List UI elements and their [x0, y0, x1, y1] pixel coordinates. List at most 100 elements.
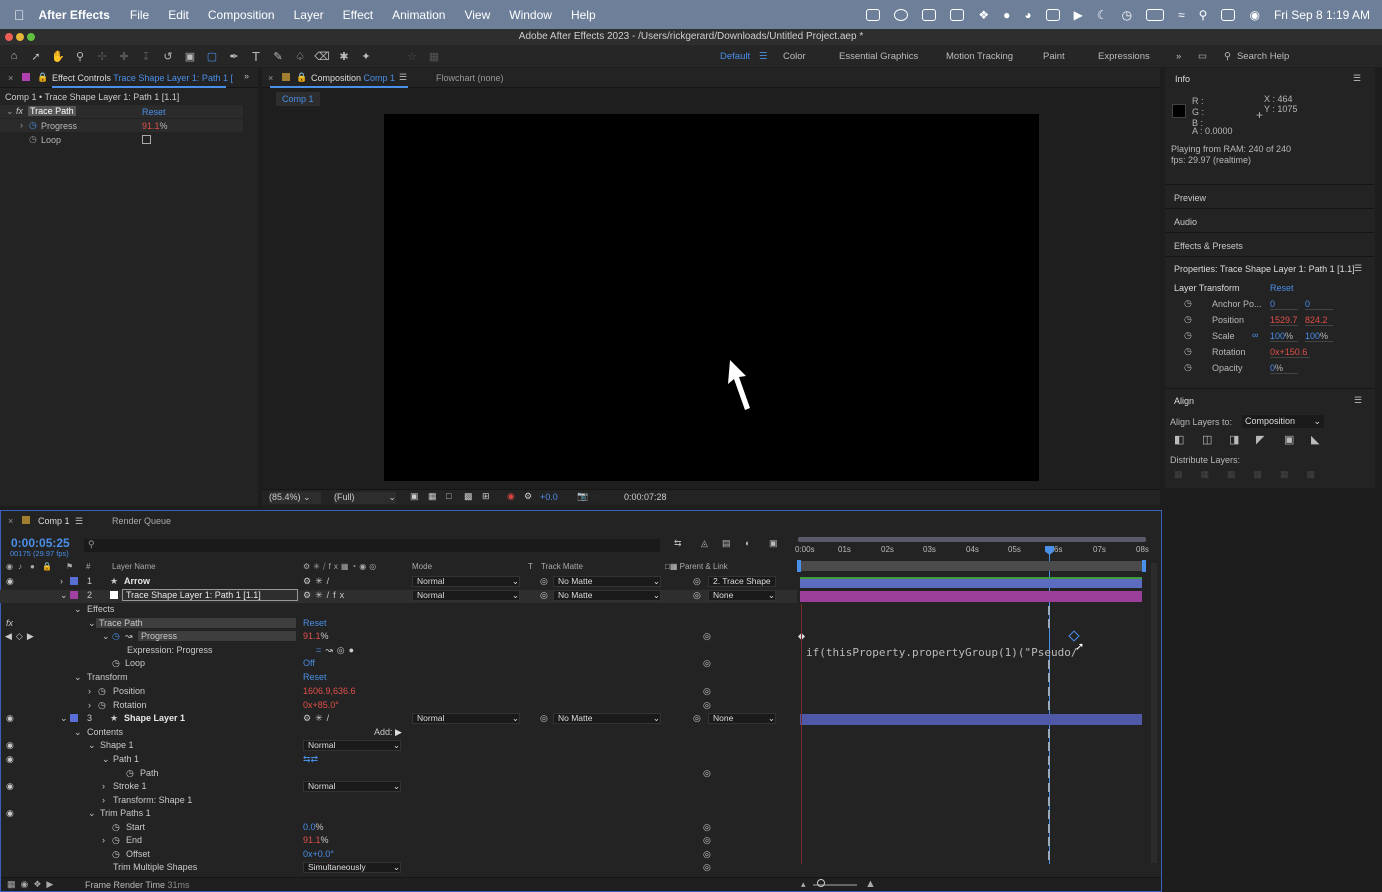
expand-arrow-icon[interactable]: ⌄ [88, 808, 96, 819]
rectangle-tool-icon[interactable]: ▢ [204, 49, 220, 63]
exposure-value[interactable]: +0.0 [540, 492, 558, 502]
mask-visibility-icon[interactable]: □ [446, 491, 451, 501]
parent-dropdown[interactable]: None ⌄ [708, 590, 776, 601]
stopwatch-icon[interactable]: ◷ [126, 768, 134, 779]
app-menu[interactable]: After Effects [39, 8, 110, 22]
layer-bar-shape-layer[interactable] [800, 714, 1142, 725]
start-value[interactable]: 0.0% [303, 822, 324, 832]
stroke-1-blend-dropdown[interactable]: Normal ⌄ [303, 781, 401, 792]
graph-icon[interactable]: ↝ [125, 631, 133, 642]
render-queue-tab[interactable]: Render Queue [112, 516, 171, 526]
time-end-marker[interactable] [1142, 560, 1146, 572]
pan-behind-tool-icon[interactable]: ▣ [182, 49, 198, 63]
rotate-tool-icon[interactable]: ↺ [160, 49, 176, 63]
frame-blending-icon[interactable]: ▤ [722, 538, 731, 549]
workspace-essential-graphics[interactable]: Essential Graphics [839, 51, 918, 62]
position-x-value[interactable]: 1529.7 [1270, 315, 1298, 326]
orbit-tool-icon[interactable]: ✢ [94, 49, 110, 63]
flowchart-tab[interactable]: Flowchart (none) [436, 73, 504, 83]
mode-dropdown[interactable]: Normal ⌄ [412, 590, 520, 601]
layer-bar-arrow[interactable] [800, 577, 1142, 588]
keyframe-navigator[interactable]: ◀◇▶ [5, 631, 38, 642]
shape-1-blend-dropdown[interactable]: Normal ⌄ [303, 740, 401, 751]
rotation-value[interactable]: 0x+85.0° [303, 700, 339, 710]
effect-reset-button[interactable]: Reset [303, 618, 327, 628]
distribute-icons[interactable]: ▦▦▦▦▦▦ [1174, 469, 1333, 480]
parent-pickwhip-icon[interactable]: ◎ [693, 713, 701, 724]
pickwhip-icon[interactable]: ◎ [540, 590, 548, 601]
stopwatch-icon[interactable]: ◷ [98, 700, 106, 711]
apple-icon[interactable]:  [14, 7, 25, 23]
expand-arrow-icon[interactable]: ⌄ [102, 631, 110, 642]
parent-pickwhip-icon[interactable]: ◎ [703, 822, 711, 833]
label-color-swatch[interactable] [70, 591, 78, 599]
solo-header-icon[interactable]: ● [30, 562, 35, 571]
expand-arrow-icon[interactable]: › [20, 120, 23, 130]
lock-header-icon[interactable]: 🔒 [42, 562, 52, 571]
dropbox-icon[interactable]: ❖ [978, 8, 989, 22]
menu-window[interactable]: Window [509, 8, 552, 22]
scale-y-value[interactable]: 100% [1305, 331, 1333, 342]
end-value[interactable]: 91.1% [303, 835, 329, 845]
current-time[interactable]: 0:00:05:25 [11, 536, 70, 550]
expand-arrow-icon[interactable]: › [102, 781, 105, 791]
track-matte-dropdown[interactable]: No Matte ⌄ [553, 713, 661, 724]
lock-icon[interactable]: 🔒 [37, 72, 48, 83]
transform-group[interactable]: Transform [87, 672, 128, 682]
menu-edit[interactable]: Edit [168, 8, 189, 22]
progress-value[interactable]: 91.1% [142, 121, 168, 131]
timeline-comp-tab[interactable]: Comp 1 [38, 516, 70, 526]
video-eye-icon[interactable]: ◉ [6, 740, 14, 751]
footer-toggle-icons[interactable]: ▦◉❖▶ [7, 879, 58, 890]
effect-reset-button[interactable]: Reset [142, 107, 166, 117]
mode-header[interactable]: Mode [412, 562, 432, 571]
trim-paths-group[interactable]: Trim Paths 1 [100, 808, 151, 818]
mode-dropdown[interactable]: Normal ⌄ [412, 713, 520, 724]
loop-checkbox[interactable] [142, 135, 151, 144]
align-right-icon[interactable]: ◨ [1229, 433, 1239, 446]
creative-cloud-icon[interactable] [894, 8, 909, 21]
label-color-swatch[interactable] [70, 577, 78, 585]
graph-editor-icon[interactable]: ▣ [769, 538, 778, 549]
scale-x-value[interactable]: 100% [1270, 331, 1298, 342]
snapping-options-icon[interactable]: ▦ [426, 49, 442, 63]
arrow-shape[interactable] [724, 360, 754, 412]
video-eye-icon[interactable]: ◉ [6, 754, 14, 765]
motion-blur-icon[interactable]: ◖ [744, 538, 749, 548]
expand-arrow-icon[interactable]: ⌄ [74, 672, 82, 683]
more-workspaces-icon[interactable]: » [1176, 51, 1181, 62]
home-icon[interactable]: ⌂ [6, 49, 22, 63]
control-center-icon[interactable] [1221, 8, 1236, 21]
siri-icon[interactable]: ◉ [1249, 8, 1259, 22]
anchor-y-value[interactable]: 0 [1305, 299, 1333, 310]
panel-menu-icon[interactable]: ☰ [75, 516, 83, 527]
channels-icon[interactable]: ◉ [507, 491, 515, 502]
drive-icon[interactable] [950, 8, 965, 21]
battery-icon[interactable] [1146, 8, 1165, 21]
parent-dropdown[interactable]: 2. Trace Shape [708, 576, 776, 587]
stopwatch-icon[interactable]: ◷ [112, 835, 120, 846]
mode-dropdown[interactable]: Normal ⌄ [412, 576, 520, 587]
roto-brush-tool-icon[interactable]: ✱ [336, 49, 352, 63]
expand-arrow-icon[interactable]: ⌄ [88, 740, 96, 751]
label-header-icon[interactable]: ⚑ [66, 562, 73, 571]
fx-icon[interactable]: fx [6, 618, 13, 628]
close-tab-icon[interactable]: × [8, 516, 13, 526]
draft-3d-icon[interactable]: ◬ [701, 538, 708, 549]
workspace-motion-tracking[interactable]: Motion Tracking [946, 51, 1013, 62]
resolution-dropdown[interactable]: (Full) ⌄ [334, 492, 396, 504]
layer-name-header[interactable]: Layer Name [112, 562, 156, 571]
status-icon[interactable] [866, 8, 881, 21]
panel-menu-icon[interactable]: ☰ [399, 72, 407, 83]
workspace-color[interactable]: Color [783, 51, 806, 62]
shape-1-group[interactable]: Shape 1 [100, 740, 134, 750]
track-matte-header[interactable]: Track Matte [541, 562, 583, 571]
fit-icon[interactable]: ▣ [410, 491, 419, 502]
video-switch-header-icon[interactable]: ◉ [6, 562, 13, 571]
effect-name[interactable]: Trace Path [28, 106, 76, 116]
parent-pickwhip-icon[interactable]: ◎ [703, 768, 711, 779]
layer-switches[interactable]: ⚙✳/fx [303, 590, 348, 601]
anchor-x-value[interactable]: 0 [1270, 299, 1298, 310]
camera-icon[interactable] [922, 8, 937, 21]
stopwatch-icon[interactable]: ◷ [1184, 314, 1192, 325]
